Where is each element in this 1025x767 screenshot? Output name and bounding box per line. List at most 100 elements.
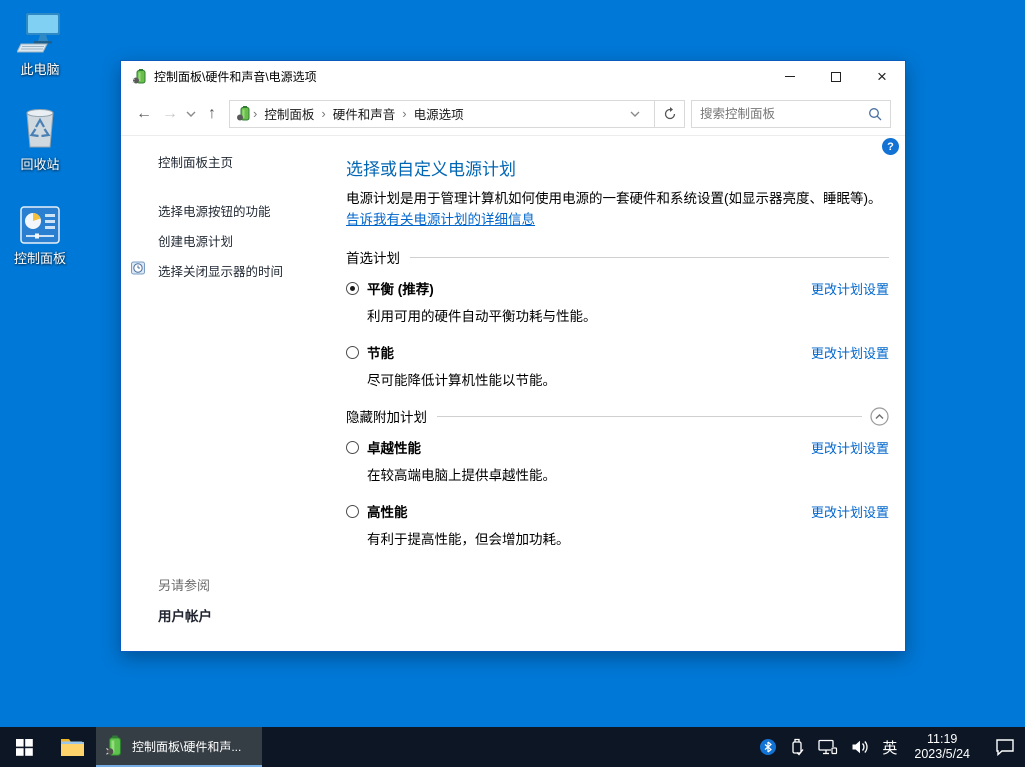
radio-balanced[interactable] <box>346 282 359 295</box>
search-icon[interactable] <box>868 107 882 121</box>
input-language-indicator[interactable]: 英 <box>882 737 897 758</box>
change-plan-settings-link-ultimate[interactable]: 更改计划设置 <box>811 438 889 457</box>
close-button[interactable]: × <box>859 61 905 92</box>
usb-tray-button[interactable] <box>789 738 805 756</box>
change-plan-settings-link-high[interactable]: 更改计划设置 <box>811 502 889 521</box>
plan-ultimate-performance: 卓越性能 更改计划设置 在较高端电脑上提供卓越性能。 <box>346 437 889 484</box>
change-plan-settings-link-power-saver[interactable]: 更改计划设置 <box>811 343 889 362</box>
taskbar-app-power-options[interactable]: 控制面板\硬件和声... <box>96 727 262 767</box>
refresh-button[interactable] <box>654 101 684 127</box>
desktop-icon-recycle-bin[interactable]: 回收站 <box>2 103 78 173</box>
plan-description: 利用可用的硬件自动平衡功耗与性能。 <box>367 305 889 325</box>
up-button[interactable]: ↑ <box>199 101 225 127</box>
forward-icon: → <box>162 105 178 123</box>
back-button[interactable]: ← <box>131 101 157 127</box>
chevron-down-icon <box>186 111 196 117</box>
network-tray-button[interactable] <box>818 739 838 755</box>
radio-ultimate-performance[interactable] <box>346 441 359 454</box>
windows-logo-icon <box>16 739 33 756</box>
desktop-icon-this-pc[interactable]: 此电脑 <box>2 10 78 78</box>
network-icon <box>818 739 838 755</box>
volume-tray-button[interactable] <box>851 739 869 755</box>
minimize-button[interactable] <box>767 61 813 92</box>
sidebar: 控制面板主页 选择电源按钮的功能 创建电源计划 选择关闭显示器的时间 <box>121 136 346 291</box>
control-panel-icon <box>18 205 62 245</box>
desktop-icon-label: 此电脑 <box>2 59 78 78</box>
desktop-icon-control-panel[interactable]: 控制面板 <box>2 205 78 267</box>
plan-description: 有利于提高性能，但会增加功耗。 <box>367 528 889 548</box>
user-accounts-link[interactable]: 用户帐户 <box>158 605 212 625</box>
breadcrumb-hardware-sound[interactable]: 硬件和声音 <box>327 104 402 123</box>
plan-name: 节能 <box>367 342 394 362</box>
up-icon: ↑ <box>208 105 216 123</box>
section-label: 首选计划 <box>346 247 400 267</box>
learn-more-link[interactable]: 告诉我有关电源计划的详细信息 <box>346 212 535 227</box>
window-title: 控制面板\硬件和声音\电源选项 <box>154 68 767 85</box>
desktop-icon-label: 回收站 <box>2 154 78 173</box>
taskbar-app-label: 控制面板\硬件和声... <box>132 738 241 755</box>
search-box <box>691 100 891 128</box>
plan-name: 高性能 <box>367 501 408 521</box>
maximize-button[interactable] <box>813 61 859 92</box>
close-icon: × <box>877 68 887 85</box>
radio-power-saver[interactable] <box>346 346 359 359</box>
search-input[interactable] <box>700 107 868 121</box>
address-bar-group: › 控制面板 › 硬件和声音 › 电源选项 <box>229 100 685 128</box>
bluetooth-icon <box>760 739 776 755</box>
see-also-section: 另请参阅 用户帐户 <box>158 575 212 625</box>
clock-tray-button[interactable]: 11:19 2023/5/24 <box>914 732 970 762</box>
main-pane: 选择或自定义电源计划 电源计划是用于管理计算机如何使用电源的一套硬件和系统设置(… <box>346 136 889 651</box>
taskbar: 控制面板\硬件和声... <box>0 727 1025 767</box>
power-options-icon <box>236 106 252 122</box>
system-tray: 英 11:19 2023/5/24 <box>760 727 1025 767</box>
plan-description: 在较高端电脑上提供卓越性能。 <box>367 464 889 484</box>
sidebar-item-display-timeout[interactable]: 选择关闭显示器的时间 <box>158 261 346 280</box>
address-bar[interactable]: › 控制面板 › 硬件和声音 › 电源选项 <box>230 101 654 127</box>
back-icon: ← <box>136 105 152 123</box>
section-label: 隐藏附加计划 <box>346 406 427 426</box>
change-plan-settings-link-balanced[interactable]: 更改计划设置 <box>811 279 889 298</box>
plan-name: 卓越性能 <box>367 437 421 457</box>
action-center-button[interactable] <box>995 738 1015 756</box>
plan-high-performance: 高性能 更改计划设置 有利于提高性能，但会增加功耗。 <box>346 501 889 548</box>
sidebar-item-label: 创建电源计划 <box>158 231 233 250</box>
plan-description: 尽可能降低计算机性能以节能。 <box>367 369 889 389</box>
breadcrumb-control-panel[interactable]: 控制面板 <box>258 104 320 123</box>
sidebar-item-label: 选择电源按钮的功能 <box>158 201 271 220</box>
breadcrumb-power-options[interactable]: 电源选项 <box>408 104 470 123</box>
refresh-icon <box>663 107 677 121</box>
collapse-section-button[interactable] <box>870 407 889 426</box>
intro-text: 电源计划是用于管理计算机如何使用电源的一套硬件和系统设置(如显示器亮度、睡眠等)… <box>346 188 889 230</box>
plan-power-saver: 节能 更改计划设置 尽可能降低计算机性能以节能。 <box>346 342 889 389</box>
section-divider <box>410 257 889 258</box>
desktop: { "desktop": { "icons": [ { "label": "此电… <box>0 0 1025 767</box>
window-content: ? 控制面板主页 选择电源按钮的功能 创建电源计划 选择关闭显示 <box>121 136 905 651</box>
file-explorer-button[interactable] <box>48 727 96 767</box>
navigation-bar: ← → ↑ › 控制面板 › 硬件和声音 › 电源选项 <box>121 92 905 136</box>
power-options-window: 控制面板\硬件和声音\电源选项 × ← → ↑ › 控制面板 › <box>120 60 906 652</box>
start-button[interactable] <box>0 727 48 767</box>
sidebar-item-control-panel-home[interactable]: 控制面板主页 <box>158 152 346 171</box>
sidebar-item-power-buttons[interactable]: 选择电源按钮的功能 <box>158 201 346 220</box>
see-also-heading: 另请参阅 <box>158 575 212 594</box>
address-dropdown-button[interactable] <box>622 111 648 117</box>
notification-icon <box>995 738 1015 756</box>
radio-high-performance[interactable] <box>346 505 359 518</box>
sidebar-item-label: 选择关闭显示器的时间 <box>158 261 283 280</box>
tray-date: 2023/5/24 <box>914 747 970 762</box>
sidebar-item-create-plan[interactable]: 创建电源计划 <box>158 231 346 250</box>
file-explorer-icon <box>60 737 85 758</box>
plan-name: 平衡 (推荐) <box>367 278 434 298</box>
power-options-icon <box>132 69 148 85</box>
bluetooth-tray-button[interactable] <box>760 739 776 755</box>
speaker-icon <box>851 739 869 755</box>
minimize-icon <box>785 76 795 77</box>
plan-balanced: 平衡 (推荐) 更改计划设置 利用可用的硬件自动平衡功耗与性能。 <box>346 278 889 325</box>
recent-pages-button[interactable] <box>183 101 199 127</box>
section-hidden-plans: 隐藏附加计划 <box>346 406 889 426</box>
title-bar: 控制面板\硬件和声音\电源选项 × <box>121 61 905 92</box>
usb-device-icon <box>789 738 805 756</box>
chevron-up-circle-icon <box>870 407 889 426</box>
recycle-bin-icon <box>17 103 63 151</box>
forward-button[interactable]: → <box>157 101 183 127</box>
